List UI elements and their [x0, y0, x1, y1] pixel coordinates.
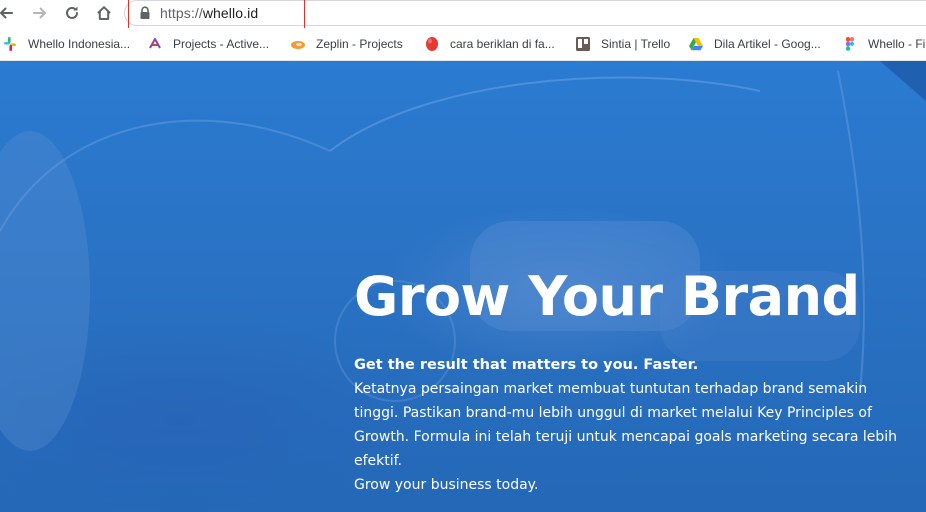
activecollab-icon — [147, 36, 163, 52]
bookmark-label: Whello - Fi — [868, 37, 926, 51]
zeplin-icon — [290, 36, 306, 52]
google-drive-icon — [688, 36, 704, 52]
hero-cta-text: Grow your business today. — [354, 477, 539, 493]
back-button[interactable] — [0, 2, 18, 24]
bookmark-zeplin[interactable]: Zeplin - Projects — [290, 34, 403, 54]
browser-toolbar: https://whello.id — [0, 0, 926, 32]
bookmark-label: Dila Artikel - Goog... — [714, 37, 821, 51]
arrow-right-icon — [33, 7, 46, 19]
hero-description-line: efektif. — [354, 453, 403, 469]
reload-icon — [66, 6, 78, 19]
hero-description: Ketatnya persaingan market membuat tuntu… — [354, 377, 926, 497]
home-button[interactable] — [92, 2, 116, 24]
hero-description-line: Growth. Formula ini telah teruji untuk m… — [354, 429, 898, 445]
hero-description-line: tinggi. Pastikan brand-mu lebih unggul d… — [354, 405, 872, 421]
bookmark-whello-figma[interactable]: Whello - Fi — [842, 34, 925, 54]
hero-title: Grow Your Brand — [354, 265, 860, 328]
red-circle-icon — [424, 36, 440, 52]
bookmark-label: Sintia | Trello — [601, 37, 671, 51]
forward-button[interactable] — [28, 2, 52, 24]
hero-description-line: Ketatnya persaingan market membuat tuntu… — [354, 381, 868, 397]
hero-section: Grow Your Brand Get the result that matt… — [0, 61, 926, 512]
reload-button[interactable] — [60, 2, 84, 24]
figma-icon — [842, 36, 858, 52]
bookmark-sintia-trello[interactable]: Sintia | Trello — [575, 34, 670, 54]
slack-icon — [2, 36, 18, 52]
home-icon — [97, 6, 111, 20]
bookmark-label: Zeplin - Projects — [316, 37, 403, 51]
bookmark-label: Projects - Active... — [173, 37, 270, 51]
trello-icon — [575, 36, 591, 52]
bookmarks-bar: Whello Indonesia... Projects - Active...… — [0, 28, 926, 61]
bookmark-dila-artikel[interactable]: Dila Artikel - Goog... — [688, 34, 821, 54]
arrow-left-icon — [0, 7, 13, 19]
hero-subtitle: Get the result that matters to you. Fast… — [354, 357, 699, 373]
bookmark-label: Whello Indonesia... — [28, 37, 131, 51]
bookmark-cara-beriklan[interactable]: cara beriklan di fa... — [424, 34, 555, 54]
bookmark-projects-active[interactable]: Projects - Active... — [147, 34, 269, 54]
bookmark-label: cara beriklan di fa... — [450, 37, 555, 51]
bookmark-whello-indonesia[interactable]: Whello Indonesia... — [2, 34, 130, 54]
